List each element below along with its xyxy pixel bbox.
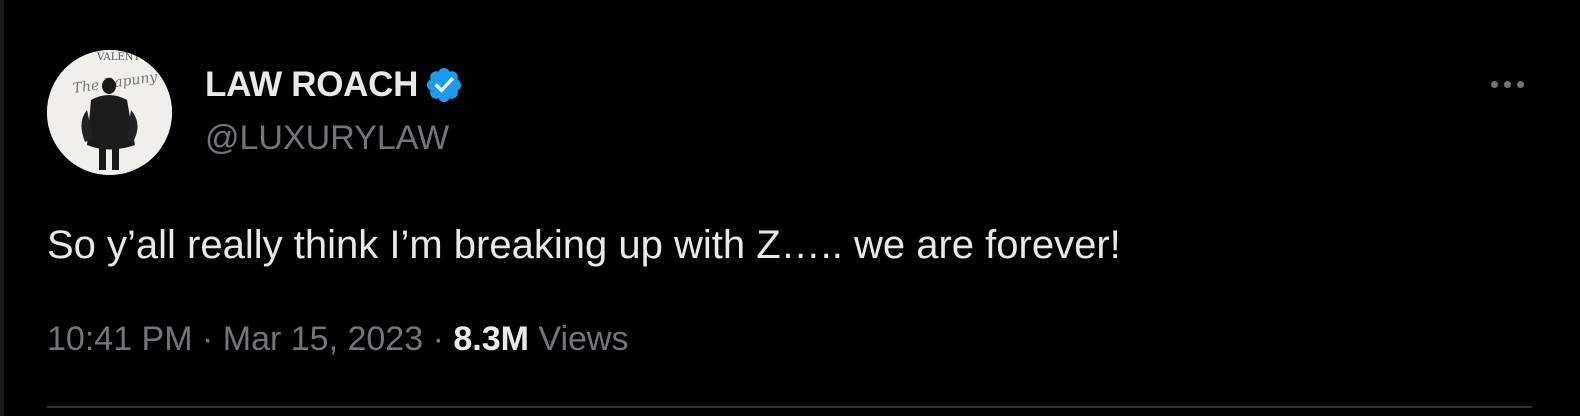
more-options-icon[interactable] — [1485, 70, 1529, 98]
author-handle[interactable]: @LUXURYLAW — [205, 116, 449, 160]
more-dot — [1503, 80, 1511, 88]
avatar-photo: VALENT The Rapuny — [47, 50, 172, 175]
tweet-text: So y’all really think I’m breaking up wi… — [47, 223, 1121, 267]
tweet-time[interactable]: 10:41 PM — [47, 320, 193, 358]
more-dot — [1516, 80, 1524, 88]
meta-separator: · — [201, 320, 214, 358]
verified-badge-icon[interactable] — [424, 65, 464, 105]
divider — [47, 406, 1532, 408]
tweet-date[interactable]: Mar 15, 2023 — [223, 320, 423, 358]
tweet-card: VALENT The Rapuny LAW ROACH @LUXURYLAW S… — [0, 0, 1580, 416]
avatar[interactable]: VALENT The Rapuny — [47, 50, 172, 175]
left-border — [0, 0, 4, 416]
views-count: 8.3M — [453, 320, 529, 358]
author-row: LAW ROACH — [205, 63, 464, 107]
avatar-backdrop-text-1: VALENT — [96, 52, 140, 63]
views-label: Views — [538, 320, 629, 358]
tweet-meta: 10:41 PM · Mar 15, 2023 · 8.3M Views — [47, 316, 629, 362]
more-dot — [1490, 80, 1498, 88]
meta-separator: · — [432, 320, 444, 358]
author-display-name[interactable]: LAW ROACH — [205, 63, 418, 107]
